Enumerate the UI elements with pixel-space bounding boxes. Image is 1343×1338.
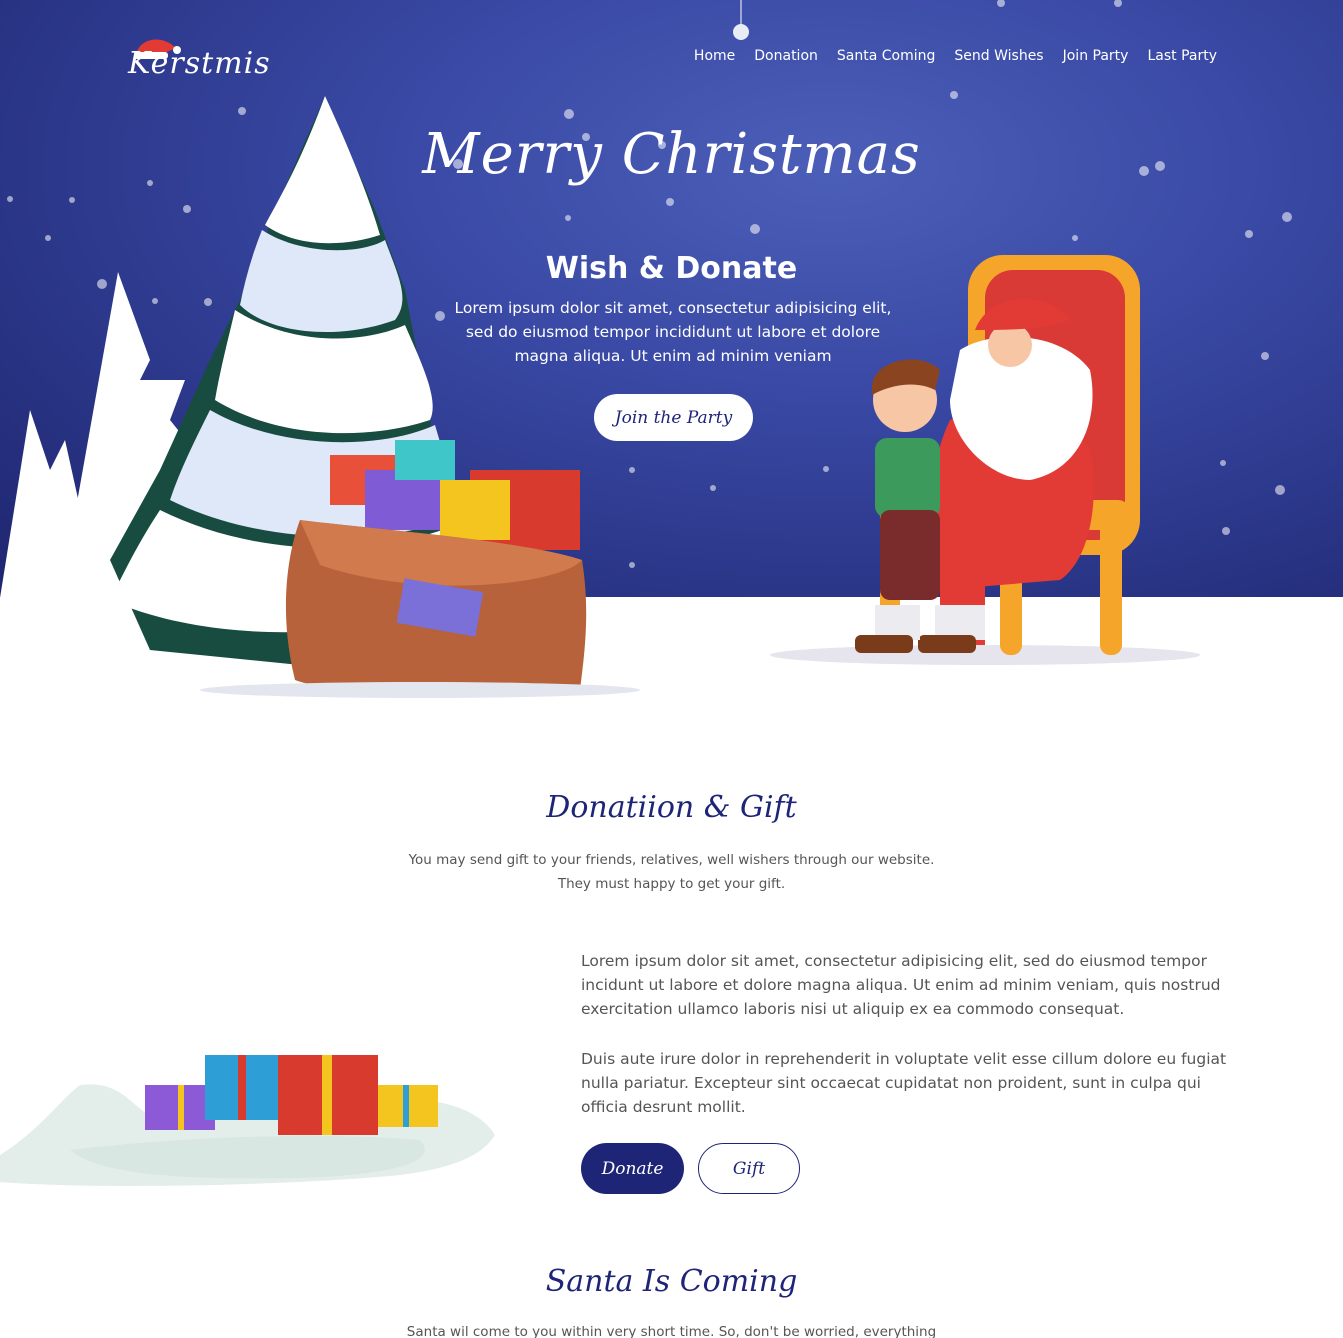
brand-logo[interactable]: Kerstmis bbox=[122, 32, 272, 92]
hero-title: Wish & Donate bbox=[545, 251, 798, 286]
donation-paragraph-2: Duis aute irure dolor in reprehenderit i… bbox=[581, 1050, 1227, 1116]
donate-button[interactable]: Donate bbox=[581, 1143, 684, 1194]
logo-text: Kerstmis bbox=[128, 46, 271, 81]
donation-subtitle-line2: They must happy to get your gift. bbox=[557, 876, 786, 892]
nav-santa-coming[interactable]: Santa Coming bbox=[837, 48, 936, 64]
santa-section-title: Santa Is Coming bbox=[545, 1264, 798, 1299]
gift-boxes-illustration bbox=[0, 1055, 495, 1186]
nav-donation[interactable]: Donation bbox=[754, 48, 818, 64]
donation-section-title: Donatiion & Gift bbox=[546, 790, 797, 825]
hero-script-title: Merry Christmas bbox=[422, 122, 921, 187]
nav-last-party[interactable]: Last Party bbox=[1147, 48, 1217, 64]
nav-join-party[interactable]: Join Party bbox=[1063, 48, 1129, 64]
nav-home[interactable]: Home bbox=[694, 48, 735, 64]
hero-text: Lorem ipsum dolor sit amet, consectetur … bbox=[454, 299, 892, 365]
nav-send-wishes[interactable]: Send Wishes bbox=[954, 48, 1043, 64]
donation-paragraph-1: Lorem ipsum dolor sit amet, consectetur … bbox=[581, 952, 1221, 1018]
gift-button[interactable]: Gift bbox=[698, 1143, 800, 1194]
gift-sack bbox=[285, 440, 587, 697]
donation-subtitle-line1: You may send gift to your friends, relat… bbox=[408, 852, 935, 868]
santa-section-subtitle: Santa wil come to you within very short … bbox=[406, 1324, 937, 1338]
hero-banner: Kerstmis Home Donation Santa Coming Send… bbox=[0, 0, 1343, 700]
join-party-button[interactable]: Join the Party bbox=[594, 394, 753, 441]
main-nav: Home Donation Santa Coming Send Wishes J… bbox=[694, 48, 1217, 64]
